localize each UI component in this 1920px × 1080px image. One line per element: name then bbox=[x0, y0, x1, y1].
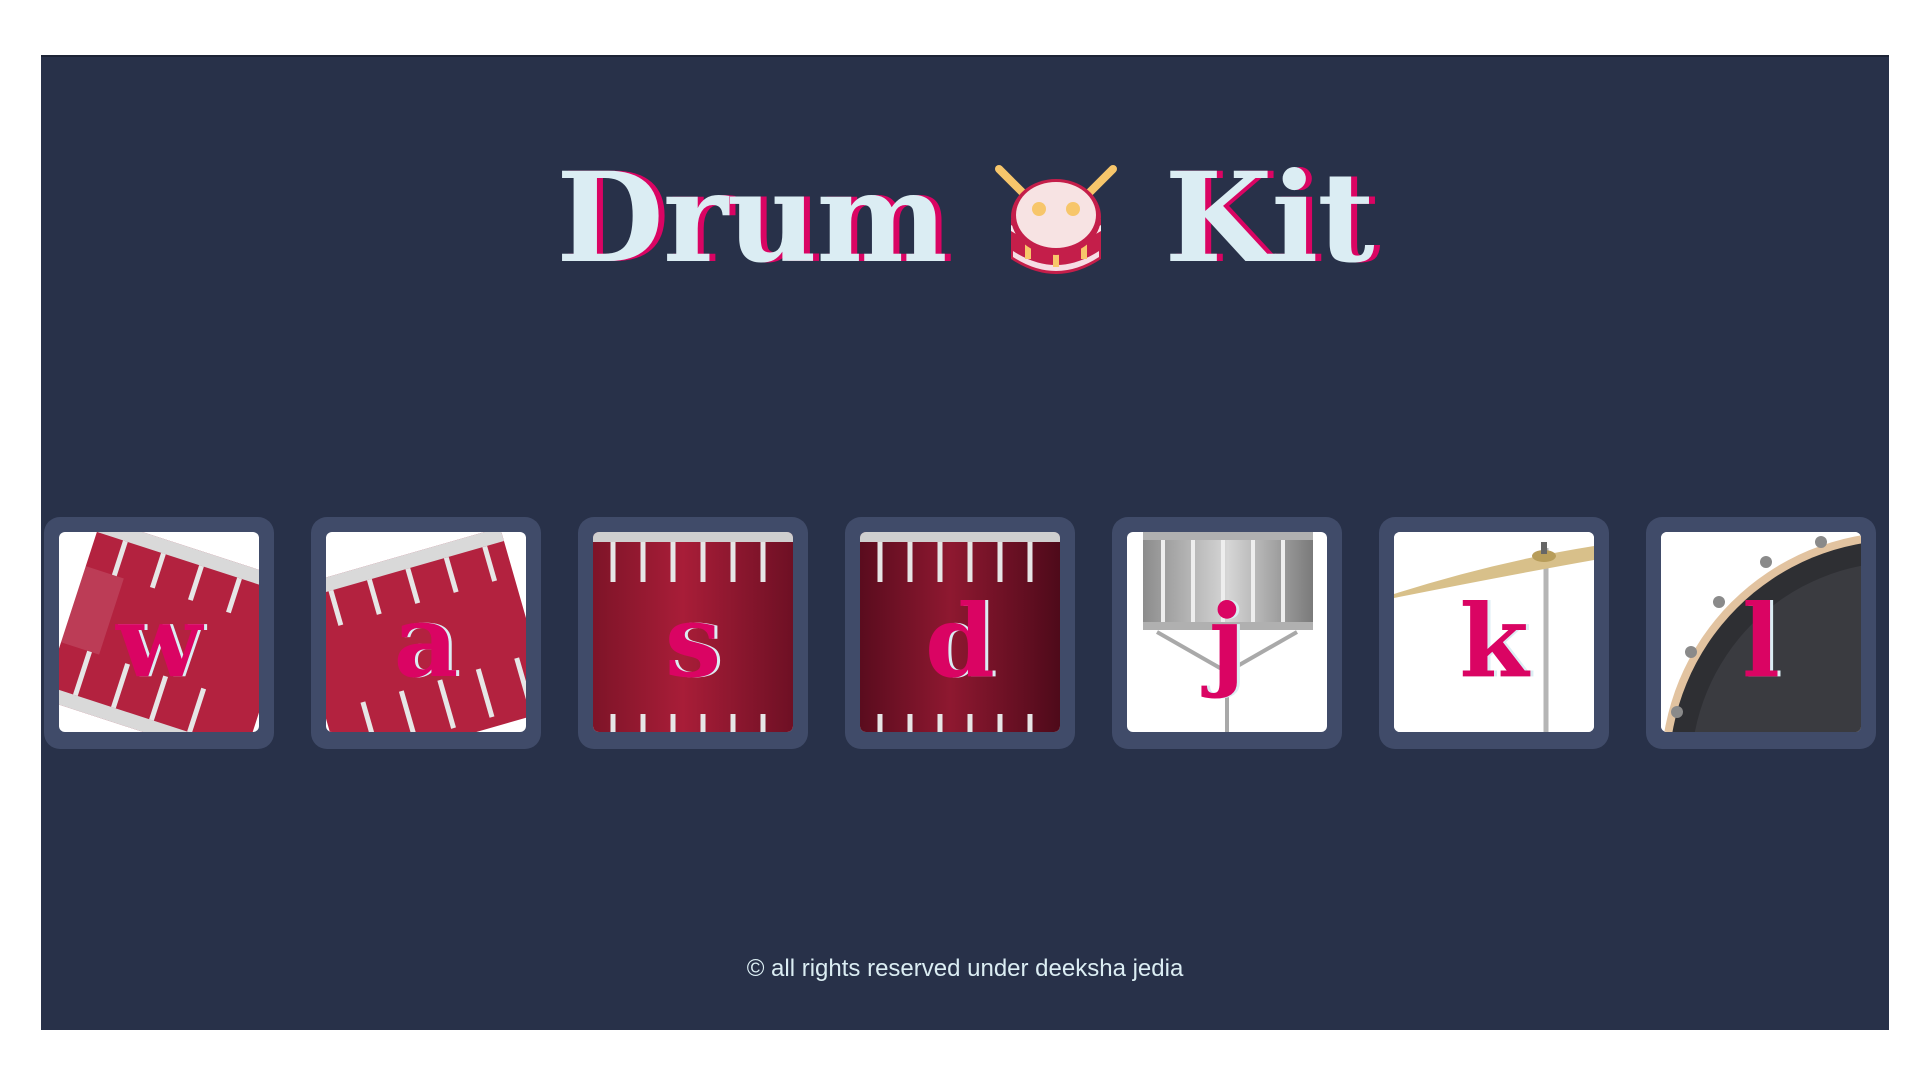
drum-button-s[interactable]: s bbox=[578, 517, 808, 749]
drum-key-l: l bbox=[1742, 582, 1780, 700]
page-title: Drum Kit bbox=[41, 157, 1889, 289]
page-background: Drum Kit w a s d j k l © all rights rese… bbox=[41, 55, 1889, 1030]
drum-button-d[interactable]: d bbox=[845, 517, 1075, 749]
drum-button-k[interactable]: k bbox=[1379, 517, 1609, 749]
drum-key-k: k bbox=[1459, 582, 1529, 700]
footer-copyright: © all rights reserved under deeksha jedi… bbox=[746, 955, 1184, 982]
title-word-kit: Kit bbox=[1164, 146, 1375, 291]
drum-button-j[interactable]: j bbox=[1112, 517, 1342, 749]
drum-icon bbox=[991, 159, 1121, 289]
title-word-drum: Drum bbox=[556, 146, 947, 291]
drum-key-d: d bbox=[925, 582, 995, 700]
drum-key-a: a bbox=[393, 582, 459, 700]
drum-key-s: s bbox=[664, 582, 722, 700]
drum-button-l[interactable]: l bbox=[1646, 517, 1876, 749]
drum-key-j: j bbox=[1208, 582, 1246, 700]
drum-key-w: w bbox=[115, 582, 203, 700]
drum-button-a[interactable]: a bbox=[311, 517, 541, 749]
drum-set: w a s d j k l bbox=[41, 517, 1889, 749]
drum-button-w[interactable]: w bbox=[44, 517, 274, 749]
